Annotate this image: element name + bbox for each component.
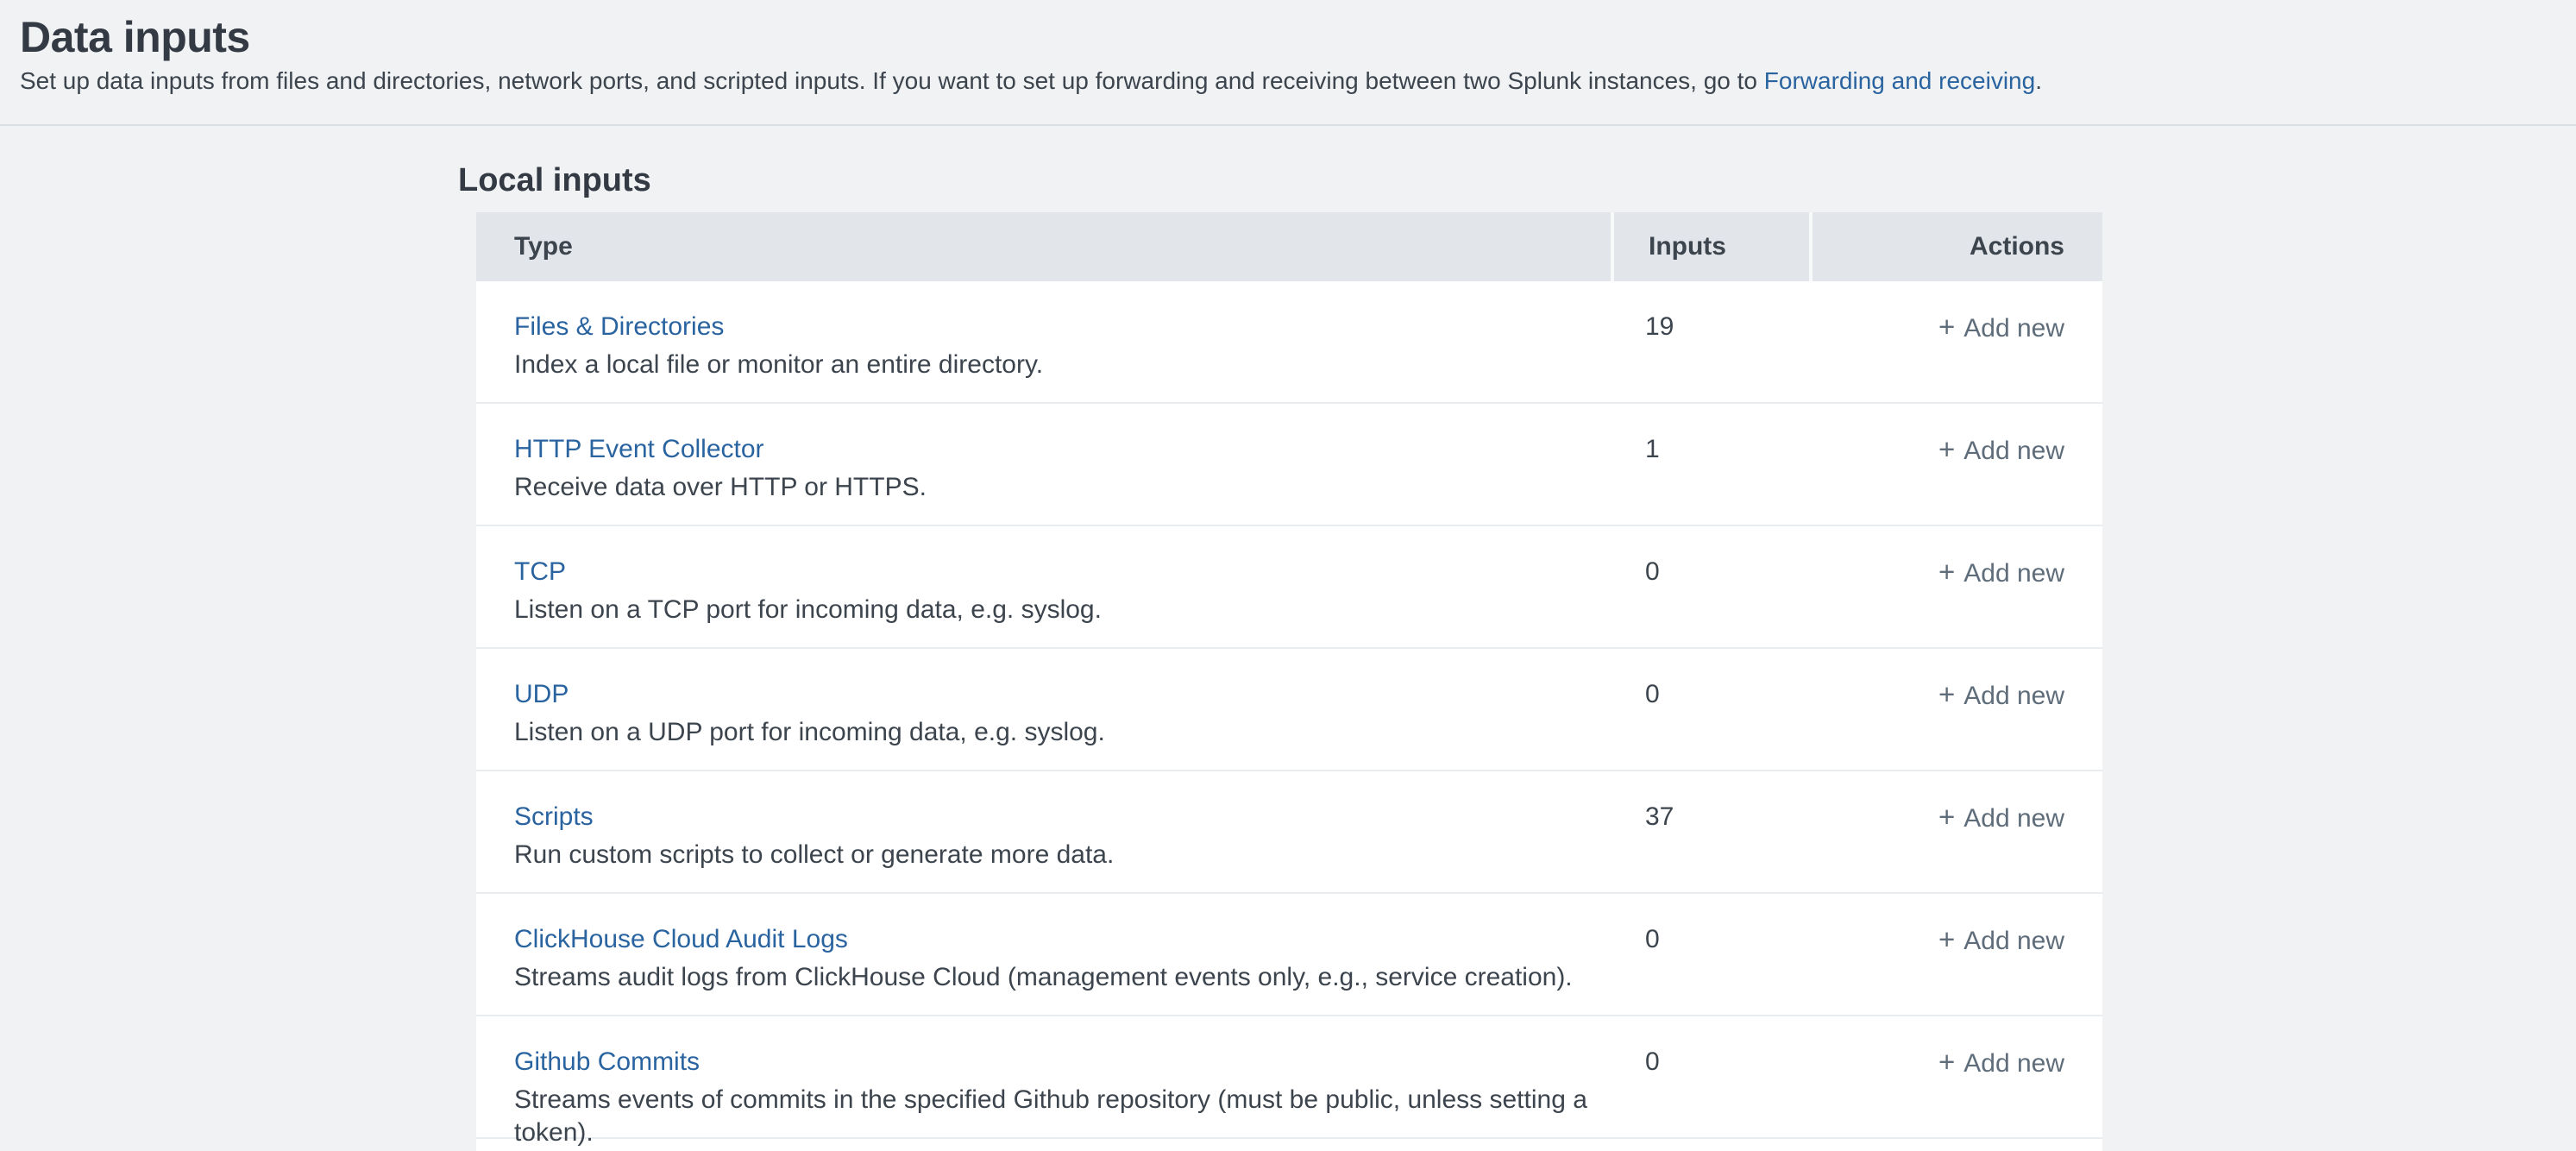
add-new-link[interactable]: + Add new [1938,559,2064,588]
add-new-link[interactable]: +Add new [1938,927,2064,955]
column-header-type: Type [476,212,1611,281]
add-new-link[interactable]: +Add new [1938,682,2064,710]
inputs-count: 19 [1611,281,1809,402]
input-type-link[interactable]: UDP [514,678,569,711]
table-body: Files & Directories Index a local file o… [476,281,2102,1139]
page-subtitle-period: . [2035,67,2042,94]
local-inputs-table: Type Inputs Actions Files & Directories … [476,212,2102,1151]
add-new-label: Add new [1963,314,2064,343]
input-type-link[interactable]: TCP [514,556,566,588]
input-type-description: Run custom scripts to collect or generat… [514,839,1611,871]
plus-icon: + [1938,923,1955,955]
type-cell: Files & Directories Index a local file o… [476,281,1611,402]
content-area: Local inputs Type Inputs Actions Files &… [0,126,2576,1151]
type-cell: TCP Listen on a TCP port for incoming da… [476,526,1611,647]
input-type-description: Index a local file or monitor an entire … [514,349,1611,381]
plus-icon: + [1938,556,1955,588]
add-new-link[interactable]: + Add new [1938,314,2064,343]
page-title: Data inputs [20,12,2541,62]
plus-icon: + [1938,433,1955,465]
actions-cell: + Add new [1809,281,2102,402]
actions-cell: + Add new [1809,404,2102,525]
add-new-label: Add new [1963,682,2064,710]
input-type-description: Listen on a TCP port for incoming data, … [514,594,1611,626]
table-row: ClickHouse Cloud Audit Logs Streams audi… [476,894,2102,1016]
add-new-label: Add new [1963,1049,2064,1078]
input-type-link[interactable]: Scripts [514,801,594,833]
inputs-count: 0 [1611,526,1809,647]
input-type-description: Streams audit logs from ClickHouse Cloud… [514,961,1611,994]
type-cell: Github Commits Streams events of commits… [476,1016,1611,1137]
add-new-label: Add new [1963,437,2064,465]
table-row: HTTP Event Collector Receive data over H… [476,404,2102,526]
table-row: Files & Directories Index a local file o… [476,281,2102,404]
plus-icon: + [1938,311,1955,343]
table-header-row: Type Inputs Actions [476,212,2102,281]
inputs-count: 0 [1611,1016,1809,1137]
page-subtitle-text: Set up data inputs from files and direct… [20,67,1764,94]
column-header-inputs: Inputs [1611,212,1809,281]
plus-icon: + [1938,1046,1955,1078]
page-subtitle: Set up data inputs from files and direct… [20,66,2541,97]
actions-cell: + Add new [1809,771,2102,892]
table-row: Github Commits Streams events of commits… [476,1016,2102,1139]
input-type-description: Listen on a UDP port for incoming data, … [514,716,1611,749]
inputs-count: 0 [1611,894,1809,1015]
inputs-count: 37 [1611,771,1809,892]
add-new-link[interactable]: + Add new [1938,1049,2064,1078]
add-new-link[interactable]: + Add new [1938,804,2064,833]
table-row: UDP Listen on a UDP port for incoming da… [476,649,2102,771]
column-header-actions: Actions [1809,212,2102,281]
plus-icon: + [1938,678,1955,710]
input-type-link[interactable]: ClickHouse Cloud Audit Logs [514,923,848,956]
actions-cell: + Add new [1809,894,2102,1015]
forwarding-and-receiving-link[interactable]: Forwarding and receiving [1764,67,2035,94]
inputs-count: 1 [1611,404,1809,525]
input-type-link[interactable]: HTTP Event Collector [514,433,764,466]
add-new-label: Add new [1963,804,2064,833]
actions-cell: + Add new [1809,1016,2102,1137]
type-cell: Scripts Run custom scripts to collect or… [476,771,1611,892]
input-type-link[interactable]: Github Commits [514,1046,700,1079]
actions-cell: + Add new [1809,649,2102,770]
type-cell: UDP Listen on a UDP port for incoming da… [476,649,1611,770]
add-new-link[interactable]: +Add new [1938,437,2064,465]
add-new-label: Add new [1963,927,2064,955]
actions-cell: + Add new [1809,526,2102,647]
input-type-description: Receive data over HTTP or HTTPS. [514,471,1611,504]
plus-icon: + [1938,801,1955,833]
page-header: Data inputs Set up data inputs from file… [0,0,2576,126]
table-row: TCP Listen on a TCP port for incoming da… [476,526,2102,649]
type-cell: HTTP Event Collector Receive data over H… [476,404,1611,525]
inputs-count: 0 [1611,649,1809,770]
add-new-label: Add new [1963,559,2064,588]
input-type-link[interactable]: Files & Directories [514,311,724,343]
type-cell: ClickHouse Cloud Audit Logs Streams audi… [476,894,1611,1015]
table-row: Scripts Run custom scripts to collect or… [476,771,2102,894]
section-heading-local-inputs: Local inputs [458,160,2576,200]
input-type-description: Streams events of commits in the specifi… [514,1084,1611,1149]
